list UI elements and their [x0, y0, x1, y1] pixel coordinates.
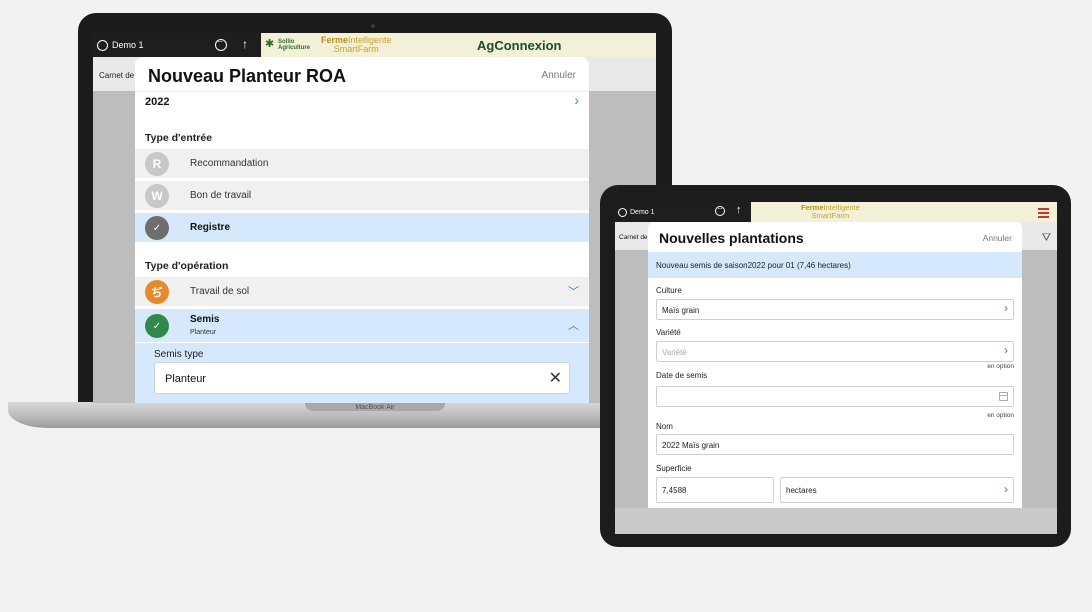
operation-option-label: Travail de sol [190, 286, 250, 297]
app-bar: Demo 1 ↑ FermeIntelligenteSmartFarm [615, 202, 1057, 222]
laptop-screen: Demo 1 ↑ ✱ SollioAgriculture FermeIntell… [93, 33, 656, 403]
cancel-button[interactable]: Annuler [542, 70, 576, 81]
brand-strip: ✱ Sollio Agriculture FermeIntelligente Sma… [261, 33, 656, 57]
ferme-intelligente-logo: FermeIntelligente SmartFarm [801, 203, 860, 220]
ferme-intelligente-logo: FermeIntelligente SmartFarm [321, 35, 392, 54]
up-arrow-icon[interactable]: ↑ [736, 204, 742, 216]
new-planter-modal: Nouveau Planteur ROA Annuler 2022 › Type… [135, 57, 589, 403]
semis-type-panel: Semis type Planteur ✕ [135, 343, 589, 403]
brand-strip: FermeIntelligente SmartFarm [751, 202, 1031, 222]
entry-option-label: Registre [190, 222, 231, 233]
app-bar: Demo 1 ↑ ✱ SollioAgriculture FermeIntell… [93, 33, 656, 57]
modal-title: Nouvelles plantations [659, 230, 804, 246]
gear-icon [97, 39, 108, 51]
semis-type-label: Semis type [154, 349, 204, 360]
chevron-right-icon: › [1004, 343, 1008, 357]
laptop-camera [371, 24, 375, 28]
date-input[interactable] [656, 386, 1014, 407]
optional-hint: en option [987, 363, 1014, 370]
nom-value: 2022 Maïs grain [662, 441, 720, 450]
tablet-bottom-area [615, 508, 1057, 534]
close-icon[interactable]: ✕ [549, 368, 562, 388]
entry-option-label: Bon de travail [190, 190, 252, 201]
superficie-value: 7,4588 [662, 486, 687, 495]
operation-option-travail-de-sol[interactable]: ぢ Travail de sol ﹀ [135, 277, 589, 307]
superficie-input[interactable]: 7,4588 [656, 477, 774, 503]
nom-input[interactable]: 2022 Maïs grain [656, 434, 1014, 455]
more-options-icon[interactable] [715, 204, 725, 216]
chevron-right-icon: › [574, 92, 579, 108]
date-label: Date de semis [656, 371, 708, 380]
operation-option-semis[interactable]: ✓ Semis Planteur ︿ [135, 309, 589, 343]
tablet-screen: Demo 1 ↑ FermeIntelligenteSmartFarm Carn… [615, 202, 1057, 534]
r-badge-icon: R [145, 152, 169, 176]
filter-icon[interactable]: ⛛ [1042, 232, 1051, 245]
variete-select[interactable]: Variété › [656, 341, 1014, 362]
chevron-right-icon: › [1004, 482, 1008, 496]
variete-label: Variété [656, 328, 681, 337]
entry-option-recommandation[interactable]: R Recommandation [135, 149, 589, 179]
user-menu[interactable]: Demo 1 [615, 202, 751, 222]
entry-option-registre[interactable]: ✓ Registre [135, 213, 589, 243]
operation-type-heading: Type d'opération [145, 260, 229, 272]
variete-placeholder: Variété [662, 348, 687, 357]
entry-type-heading: Type d'entrée [145, 132, 213, 144]
up-arrow-icon[interactable]: ↑ [242, 37, 248, 51]
check-badge-icon: ✓ [145, 314, 169, 338]
check-badge-icon: ✓ [145, 216, 169, 240]
cancel-button[interactable]: Annuler [983, 233, 1012, 243]
unit-select[interactable]: hectares › [780, 477, 1014, 503]
soil-tillage-icon: ぢ [145, 280, 169, 304]
culture-label: Culture [656, 286, 682, 295]
entry-option-bon-de-travail[interactable]: W Bon de travail [135, 181, 589, 211]
unit-value: hectares [786, 486, 817, 495]
sollio-logo: Sollio Agriculture [278, 39, 311, 51]
more-options-icon[interactable] [215, 37, 227, 51]
chevron-up-icon: ︿ [568, 320, 579, 332]
superficie-label: Superficie [656, 464, 692, 473]
hamburger-menu-icon[interactable] [1031, 202, 1057, 222]
laptop-brand-label: MacBook Air [355, 404, 395, 411]
w-badge-icon: W [145, 184, 169, 208]
chevron-right-icon: › [1004, 301, 1008, 315]
year-selector[interactable]: 2022 › [135, 91, 589, 125]
modal-title: Nouveau Planteur ROA [148, 66, 347, 86]
chevron-down-icon: ﹀ [568, 286, 579, 298]
entry-option-label: Recommandation [190, 158, 269, 169]
user-name: Demo 1 [112, 40, 144, 50]
season-info-banner: Nouveau semis de saison2022 pour 01 (7,4… [648, 252, 1022, 278]
gear-icon [618, 207, 627, 217]
semis-type-input[interactable]: Planteur ✕ [154, 362, 570, 394]
calendar-icon [999, 392, 1008, 401]
optional-hint: en option [987, 412, 1014, 419]
operation-option-label: Semis [190, 314, 220, 325]
agconnexion-logo: AgConnexion [477, 38, 562, 53]
user-name: Demo 1 [630, 208, 655, 216]
user-menu[interactable]: Demo 1 [93, 33, 261, 57]
sollio-logo-icon: ✱ [265, 38, 275, 50]
year-value: 2022 [145, 96, 170, 108]
new-plantings-modal: Nouvelles plantations Annuler Nouveau se… [648, 222, 1022, 508]
culture-value: Maïs grain [662, 306, 700, 315]
semis-type-value: Planteur [165, 373, 206, 385]
nom-label: Nom [656, 422, 673, 431]
operation-option-sublabel: Planteur [190, 329, 217, 336]
culture-select[interactable]: Maïs grain › [656, 299, 1014, 320]
